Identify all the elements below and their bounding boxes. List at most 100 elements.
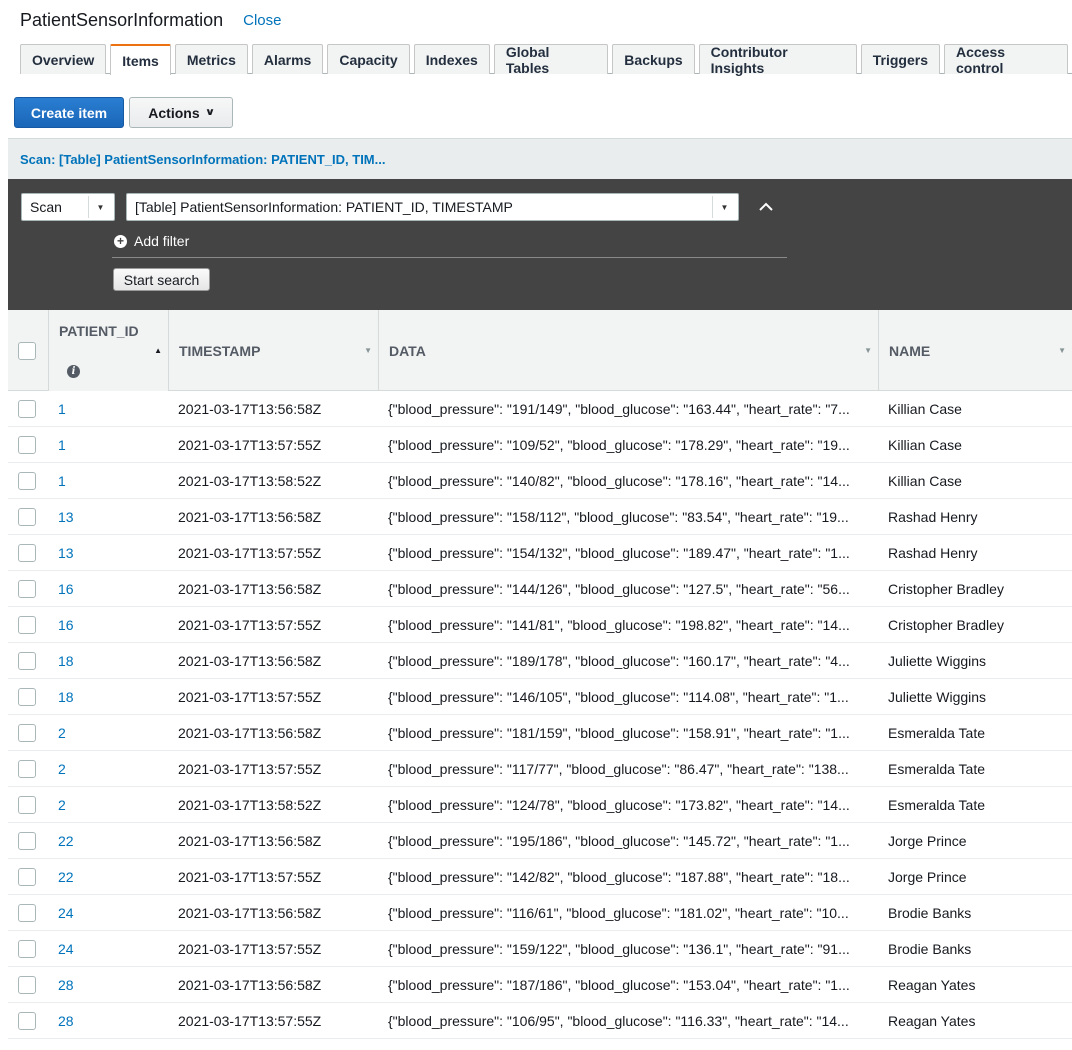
data-cell: {"blood_pressure": "187/186", "blood_glu… [388,977,850,993]
patient-id-link[interactable]: 16 [58,607,168,643]
tab-items[interactable]: Items [110,44,171,75]
data-cell: {"blood_pressure": "140/82", "blood_gluc… [388,473,850,489]
table-row[interactable]: 16 2021-03-17T13:57:55Z {"blood_pressure":… [8,607,1072,643]
row-checkbox-cell [18,823,38,859]
patient-id-link[interactable]: 18 [58,643,168,679]
name-cell: Esmeralda Tate [888,761,986,777]
column-header-patient-id[interactable]: PATIENT_ID ▲ i [48,310,168,391]
tab-global-tables[interactable]: Global Tables [493,44,609,76]
patient-id-link[interactable]: 24 [58,895,168,931]
patient-id-link[interactable]: 1 [58,427,168,463]
row-checkbox[interactable] [18,868,36,886]
divider [112,257,787,258]
scan-section-header[interactable]: Scan: [Table] PatientSensorInformation: … [8,138,1072,179]
row-checkbox[interactable] [18,616,36,634]
start-search-button[interactable]: Start search [113,268,210,291]
table-row[interactable]: 24 2021-03-17T13:56:58Z {"blood_pressure":… [8,895,1072,931]
column-header-data[interactable]: DATA ▼ [378,310,878,391]
tab-metrics[interactable]: Metrics [174,44,248,74]
row-checkbox[interactable] [18,508,36,526]
tab-bar: Overview Items Metrics Alarms Capacity Indexe… [20,44,1072,76]
info-icon[interactable]: i [67,365,80,378]
column-header-timestamp[interactable]: TIMESTAMP ▼ [168,310,378,391]
row-checkbox-cell [18,895,38,931]
patient-id-link[interactable]: 18 [58,679,168,715]
patient-id-link[interactable]: 2 [58,751,168,787]
table-row[interactable]: 22 2021-03-17T13:57:55Z {"blood_pressure":… [8,859,1072,895]
row-checkbox[interactable] [18,904,36,922]
patient-id-link[interactable]: 16 [58,571,168,607]
chevron-up-icon[interactable] [758,199,774,215]
row-checkbox[interactable] [18,544,36,562]
table-row[interactable]: 13 2021-03-17T13:57:55Z {"blood_pressure":… [8,535,1072,571]
table-row[interactable]: 24 2021-03-17T13:57:55Z {"blood_pressure":… [8,931,1072,967]
row-checkbox[interactable] [18,400,36,418]
row-checkbox[interactable] [18,976,36,994]
patient-id-link[interactable]: 13 [58,499,168,535]
tab-backups[interactable]: Backups [612,44,695,74]
table-row[interactable]: 18 2021-03-17T13:56:58Z {"blood_pressure":… [8,643,1072,679]
create-item-button[interactable]: Create item [14,97,124,128]
table-row[interactable]: 28 2021-03-17T13:56:58Z {"blood_pressure":… [8,967,1072,1003]
row-checkbox-cell [18,715,38,751]
row-checkbox[interactable] [18,652,36,670]
row-checkbox[interactable] [18,472,36,490]
table-row[interactable]: 1 2021-03-17T13:56:58Z {"blood_pressure": … [8,391,1072,427]
table-row[interactable]: 2 2021-03-17T13:56:58Z {"blood_pressure": … [8,715,1072,751]
table-row[interactable]: 1 2021-03-17T13:58:52Z {"blood_pressure": … [8,463,1072,499]
patient-id-link[interactable]: 24 [58,931,168,967]
table-row[interactable]: 16 2021-03-17T13:56:58Z {"blood_pressure":… [8,571,1072,607]
patient-id-link[interactable]: 22 [58,859,168,895]
row-checkbox-cell [18,463,38,499]
table-row[interactable]: 22 2021-03-17T13:56:58Z {"blood_pressure":… [8,823,1072,859]
row-checkbox[interactable] [18,580,36,598]
row-checkbox[interactable] [18,940,36,958]
patient-id-link[interactable]: 28 [58,967,168,1003]
row-checkbox[interactable] [18,796,36,814]
column-header-name[interactable]: NAME ▼ [878,310,1072,391]
tab-contributor-insights[interactable]: Contributor Insights [698,44,857,76]
tab-indexes[interactable]: Indexes [413,44,490,74]
caret-down-icon: ▼ [712,196,736,218]
patient-id-link[interactable]: 2 [58,715,168,751]
actions-button[interactable]: Actions ∨ [129,97,233,128]
row-checkbox[interactable] [18,436,36,454]
add-filter-link[interactable]: + Add filter [114,233,189,249]
scan-mode-select[interactable]: Scan ▼ [21,193,115,221]
tab-capacity[interactable]: Capacity [327,44,410,74]
close-link[interactable]: Close [243,12,281,29]
timestamp-cell: 2021-03-17T13:57:55Z [178,1013,322,1029]
row-checkbox[interactable] [18,832,36,850]
table-row[interactable]: 1 2021-03-17T13:57:55Z {"blood_pressure": … [8,427,1072,463]
row-checkbox[interactable] [18,688,36,706]
select-all-checkbox[interactable] [18,342,36,360]
table-row[interactable]: 2 2021-03-17T13:57:55Z {"blood_pressure": … [8,751,1072,787]
table-row[interactable]: 13 2021-03-17T13:56:58Z {"blood_pressure":… [8,499,1072,535]
patient-id-link[interactable]: 28 [58,1003,168,1039]
row-checkbox[interactable] [18,760,36,778]
name-cell: Reagan Yates [888,1013,976,1029]
timestamp-cell: 2021-03-17T13:56:58Z [178,509,322,525]
row-checkbox[interactable] [18,1012,36,1030]
caret-down-icon: ▼ [864,346,872,355]
tab-access-control[interactable]: Access control [943,44,1069,76]
patient-id-link[interactable]: 1 [58,463,168,499]
scan-panel: Scan ▼ [Table] PatientSensorInformation:… [8,179,1072,310]
items-table: PATIENT_ID ▲ i TIMESTAMP ▼ DATA ▼ NAME ▼… [8,310,1072,1039]
row-checkbox-cell [18,427,38,463]
row-checkbox[interactable] [18,724,36,742]
patient-id-link[interactable]: 13 [58,535,168,571]
table-row[interactable]: 2 2021-03-17T13:58:52Z {"blood_pressure": … [8,787,1072,823]
tab-triggers[interactable]: Triggers [860,44,940,74]
tab-alarms[interactable]: Alarms [251,44,324,74]
patient-id-link[interactable]: 22 [58,823,168,859]
tab-overview[interactable]: Overview [20,44,107,74]
scan-target-select[interactable]: [Table] PatientSensorInformation: PATIEN… [126,193,739,221]
chevron-down-icon: ∨ [204,107,215,118]
column-label: NAME [889,343,931,359]
table-row[interactable]: 18 2021-03-17T13:57:55Z {"blood_pressure":… [8,679,1072,715]
patient-id-link[interactable]: 2 [58,787,168,823]
patient-id-link[interactable]: 1 [58,391,168,427]
table-row[interactable]: 28 2021-03-17T13:57:55Z {"blood_pressure":… [8,1003,1072,1039]
data-cell: {"blood_pressure": "109/52", "blood_gluc… [388,437,850,453]
